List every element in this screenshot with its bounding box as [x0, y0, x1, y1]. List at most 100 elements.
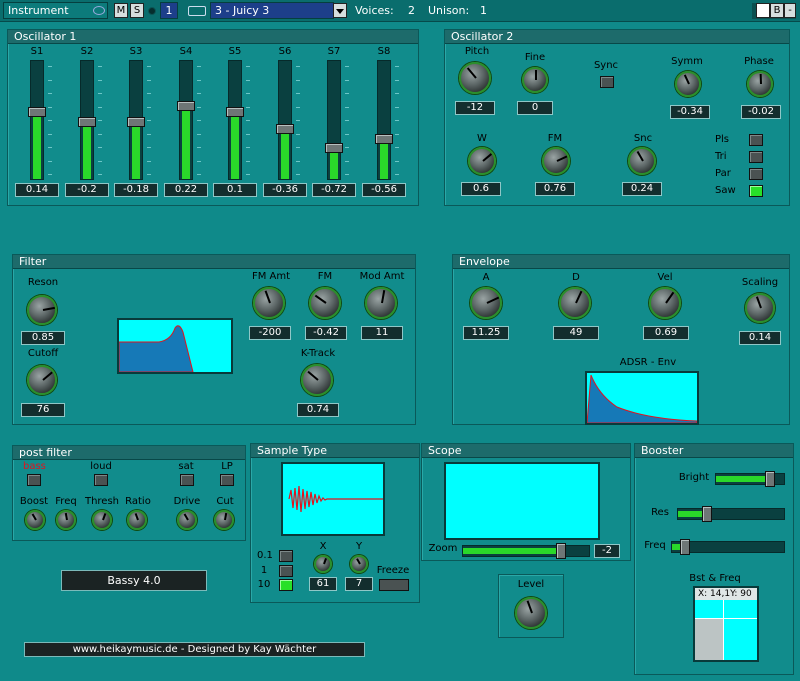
- slider-8[interactable]: [375, 60, 393, 180]
- w-knob[interactable]: [468, 147, 496, 175]
- preset-folder-icon[interactable]: [188, 6, 206, 16]
- fm-knob[interactable]: [542, 147, 570, 175]
- lp-toggle[interactable]: [220, 474, 234, 486]
- mute-button[interactable]: M: [114, 3, 128, 18]
- scaling-knob[interactable]: [745, 293, 775, 323]
- cutoff-knob[interactable]: [27, 365, 57, 395]
- eye-icon[interactable]: [93, 6, 105, 15]
- attack-value[interactable]: 11.25: [463, 326, 509, 340]
- x-value[interactable]: 61: [309, 577, 337, 591]
- zoom-value[interactable]: -2: [594, 544, 620, 558]
- filter-fm-value[interactable]: -0.42: [305, 326, 347, 340]
- slider-3[interactable]: [127, 60, 145, 180]
- ratio-knob[interactable]: [127, 510, 147, 530]
- y-knob[interactable]: [350, 555, 368, 573]
- slider-4-thumb[interactable]: [177, 101, 195, 111]
- fm-amt-knob[interactable]: [253, 287, 285, 319]
- opt-1-toggle[interactable]: [279, 565, 293, 577]
- slider-7-thumb[interactable]: [325, 143, 343, 153]
- opt-10-toggle[interactable]: [279, 579, 293, 591]
- bst-freq-display[interactable]: X: 14,1Y: 90: [693, 586, 759, 662]
- boost-knob[interactable]: [25, 510, 45, 530]
- channel-number[interactable]: 1: [160, 2, 178, 19]
- phase-value[interactable]: -0.02: [741, 105, 781, 119]
- bright-slider[interactable]: [715, 471, 785, 487]
- cutoff-value[interactable]: 76: [21, 403, 65, 417]
- close-button[interactable]: -: [784, 3, 796, 18]
- phase-knob[interactable]: [747, 71, 773, 97]
- filter-fm-knob[interactable]: [309, 287, 341, 319]
- slider-2[interactable]: [78, 60, 96, 180]
- pf-freq-knob[interactable]: [56, 510, 76, 530]
- wave-saw-toggle[interactable]: [749, 185, 763, 197]
- wave-tri-toggle[interactable]: [749, 151, 763, 163]
- slider-5[interactable]: [226, 60, 244, 180]
- loud-toggle[interactable]: [94, 474, 108, 486]
- preset-select[interactable]: 3 - Juicy 3: [210, 2, 334, 19]
- fine-knob[interactable]: [522, 67, 548, 93]
- slider-8-value[interactable]: -0.56: [362, 183, 406, 197]
- bright-slider-thumb[interactable]: [765, 471, 775, 487]
- pitch-knob[interactable]: [459, 62, 491, 94]
- res-slider[interactable]: [677, 506, 785, 522]
- slider-1-value[interactable]: 0.14: [15, 183, 59, 197]
- slider-7-value[interactable]: -0.72: [312, 183, 356, 197]
- wave-par-toggle[interactable]: [749, 168, 763, 180]
- symm-value[interactable]: -0.34: [670, 105, 710, 119]
- slider-6-thumb[interactable]: [276, 124, 294, 134]
- velocity-value[interactable]: 0.69: [643, 326, 689, 340]
- slider-3-value[interactable]: -0.18: [114, 183, 158, 197]
- bypass-button[interactable]: B: [770, 3, 784, 18]
- slider-8-thumb[interactable]: [375, 134, 393, 144]
- cut-knob[interactable]: [214, 510, 234, 530]
- k-track-value[interactable]: 0.74: [297, 403, 339, 417]
- slider-1-thumb[interactable]: [28, 107, 46, 117]
- thresh-knob[interactable]: [92, 510, 112, 530]
- reson-knob[interactable]: [27, 295, 57, 325]
- res-slider-thumb[interactable]: [702, 506, 712, 522]
- slider-2-value[interactable]: -0.2: [65, 183, 109, 197]
- freq-slider[interactable]: [671, 539, 785, 555]
- y-value[interactable]: 7: [345, 577, 373, 591]
- level-knob[interactable]: [515, 597, 547, 629]
- slider-4-value[interactable]: 0.22: [164, 183, 208, 197]
- sat-toggle[interactable]: [180, 474, 194, 486]
- slider-6-value[interactable]: -0.36: [263, 183, 307, 197]
- freq-slider-thumb[interactable]: [680, 539, 690, 555]
- zoom-slider[interactable]: [462, 543, 590, 559]
- fm-value[interactable]: 0.76: [535, 182, 575, 196]
- k-track-knob[interactable]: [301, 364, 333, 396]
- wave-pls-toggle[interactable]: [749, 134, 763, 146]
- slider-5-value[interactable]: 0.1: [213, 183, 257, 197]
- slider-3-thumb[interactable]: [127, 117, 145, 127]
- attack-knob[interactable]: [470, 287, 502, 319]
- decay-knob[interactable]: [559, 287, 591, 319]
- voices-value[interactable]: 2: [408, 4, 415, 17]
- window-icon-button[interactable]: [756, 3, 770, 18]
- velocity-knob[interactable]: [649, 287, 681, 319]
- fm-amt-value[interactable]: -200: [249, 326, 291, 340]
- solo-button[interactable]: S: [130, 3, 144, 18]
- credit-footer[interactable]: www.heikaymusic.de - Designed by Kay Wäc…: [24, 642, 365, 657]
- slider-5-thumb[interactable]: [226, 107, 244, 117]
- opt-0-1-toggle[interactable]: [279, 550, 293, 562]
- snc-value[interactable]: 0.24: [622, 182, 662, 196]
- unison-value[interactable]: 1: [480, 4, 487, 17]
- snc-knob[interactable]: [628, 147, 656, 175]
- freeze-button[interactable]: [379, 579, 409, 591]
- fine-value[interactable]: 0: [517, 101, 553, 115]
- slider-4[interactable]: [177, 60, 195, 180]
- x-knob[interactable]: [314, 555, 332, 573]
- slider-6[interactable]: [276, 60, 294, 180]
- drive-knob[interactable]: [177, 510, 197, 530]
- reson-value[interactable]: 0.85: [21, 331, 65, 345]
- preset-dropdown-button[interactable]: [333, 3, 347, 18]
- zoom-slider-thumb[interactable]: [556, 543, 566, 559]
- sync-toggle[interactable]: [600, 76, 614, 88]
- bass-toggle[interactable]: [27, 474, 41, 486]
- slider-7[interactable]: [325, 60, 343, 180]
- mod-amt-value[interactable]: 11: [361, 326, 403, 340]
- decay-value[interactable]: 49: [553, 326, 599, 340]
- pitch-value[interactable]: -12: [455, 101, 495, 115]
- w-value[interactable]: 0.6: [461, 182, 501, 196]
